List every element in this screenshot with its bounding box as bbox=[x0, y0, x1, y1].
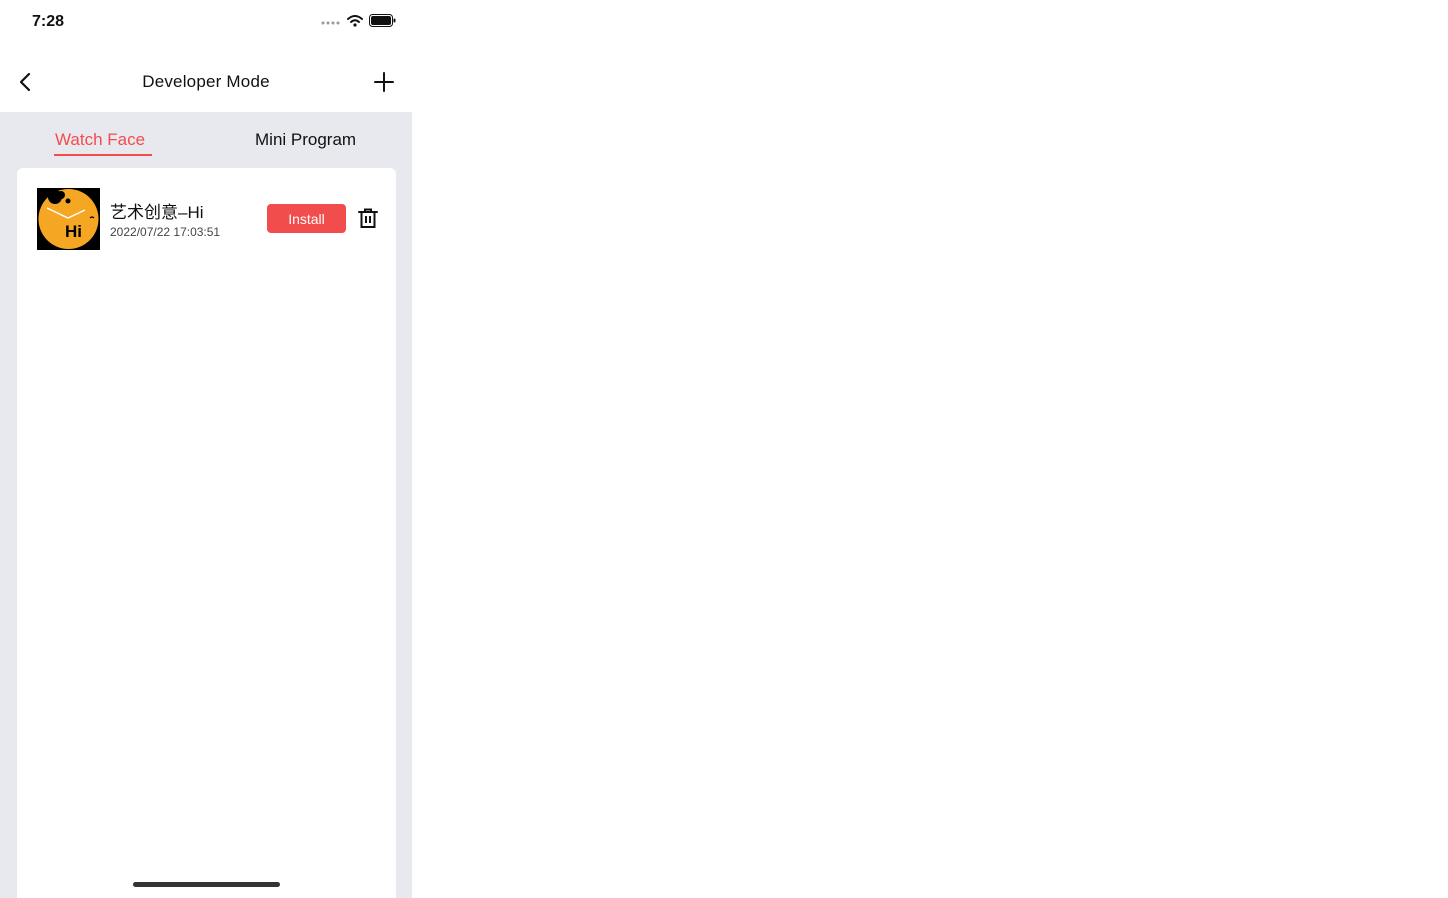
status-bar: 7:28 bbox=[0, 0, 412, 48]
status-icons bbox=[321, 14, 396, 27]
watch-face-name: 艺术创意–Hi bbox=[110, 203, 204, 222]
list-item[interactable]: Hi 艺术创意–Hi 2022/07/22 17:03:51 Install bbox=[17, 168, 396, 268]
status-time: 7:28 bbox=[32, 13, 65, 30]
active-tab-indicator bbox=[54, 154, 152, 156]
tab-mini-program[interactable]: Mini Program bbox=[255, 130, 356, 150]
watch-face-list: Hi 艺术创意–Hi 2022/07/22 17:03:51 Install bbox=[17, 168, 396, 898]
page-title: Developer Mode bbox=[142, 72, 270, 91]
watch-face-date: 2022/07/22 17:03:51 bbox=[110, 225, 221, 239]
plus-icon[interactable] bbox=[372, 70, 396, 94]
tab-watch-face[interactable]: Watch Face bbox=[55, 130, 145, 150]
phone-screen: 7:28 Developer Mode Watch Face Mini Prog… bbox=[0, 0, 412, 898]
trash-icon[interactable] bbox=[357, 207, 379, 229]
battery-icon bbox=[369, 14, 396, 27]
thumbnail-text: Hi bbox=[65, 222, 82, 241]
watch-face-thumbnail: Hi bbox=[37, 188, 100, 250]
install-button[interactable]: Install bbox=[267, 204, 346, 233]
navigation-bar: Developer Mode bbox=[0, 52, 412, 112]
tab-bar: Watch Face Mini Program bbox=[0, 112, 412, 168]
signal-icon bbox=[321, 21, 340, 24]
wifi-icon bbox=[347, 14, 363, 27]
home-indicator[interactable] bbox=[133, 882, 280, 887]
